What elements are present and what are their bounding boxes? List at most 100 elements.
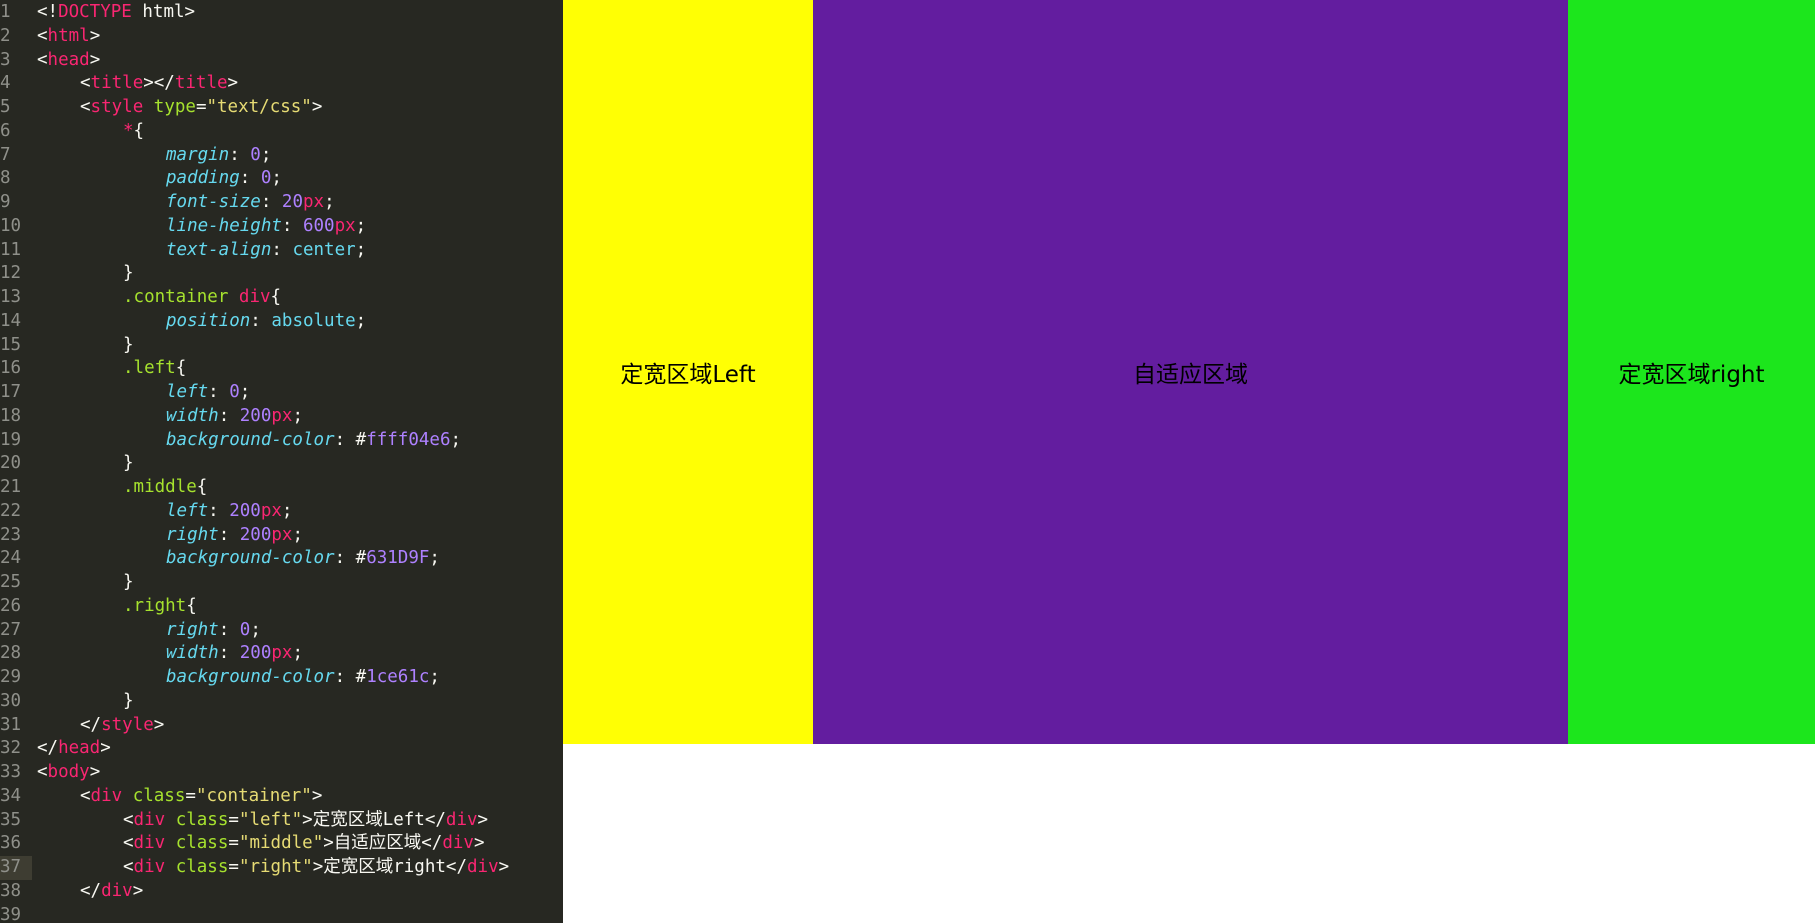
- code-token: width: [166, 643, 219, 664]
- code-line[interactable]: 32 </head>: [0, 737, 563, 761]
- code-token: px: [271, 643, 293, 664]
- code-token: ></: [143, 73, 175, 94]
- code-line[interactable]: 13 .container div{: [0, 286, 563, 310]
- code-text: width: 200px;: [37, 405, 303, 429]
- code-line[interactable]: 17 left: 0;: [0, 381, 563, 405]
- code-token: class: [175, 857, 229, 877]
- code-line[interactable]: 38 </div>: [0, 880, 563, 904]
- code-token: ;: [355, 239, 367, 260]
- code-text: </head>: [37, 737, 111, 761]
- code-text: background-color: #631D9F;: [37, 547, 440, 571]
- code-token: class: [175, 809, 229, 830]
- code-text: </style>: [37, 714, 164, 738]
- code-token: ffff04e6: [366, 429, 451, 450]
- code-line[interactable]: 7 margin: 0;: [0, 144, 563, 168]
- code-line[interactable]: 24 background-color: #631D9F;: [0, 547, 563, 571]
- line-number: 19: [0, 429, 22, 450]
- code-text: <div class="left">定宽区域Left</div>: [37, 809, 488, 833]
- code-line[interactable]: 22 left: 200px;: [0, 500, 563, 524]
- code-line[interactable]: 39: [0, 904, 563, 923]
- code-token: px: [271, 405, 293, 426]
- code-token: font-size: [166, 192, 261, 212]
- code-line[interactable]: 11 text-align: center;: [0, 239, 563, 263]
- code-token: }: [123, 334, 134, 355]
- left-fixed-region: 定宽区域Left: [563, 0, 813, 744]
- line-number: 7: [0, 144, 11, 165]
- code-line[interactable]: 19 background-color: #ffff04e6;: [0, 429, 563, 453]
- code-line[interactable]: 28 width: 200px;: [0, 642, 563, 666]
- code-token: ;: [429, 667, 440, 687]
- code-line[interactable]: 2 <html>: [0, 25, 563, 49]
- code-line[interactable]: 8 padding: 0;: [0, 167, 563, 191]
- code-line[interactable]: 6 *{: [0, 120, 563, 144]
- code-token: >: [473, 833, 485, 854]
- code-line[interactable]: 1 <!DOCTYPE html>: [0, 1, 563, 25]
- line-number: 28: [0, 643, 22, 664]
- code-token: ;: [250, 619, 261, 640]
- code-line[interactable]: 30}: [0, 690, 563, 714]
- code-line[interactable]: 14 position: absolute;: [0, 310, 563, 334]
- code-token: :: [281, 215, 303, 236]
- code-line[interactable]: 36 <div class="middle">自适应区域</div>: [0, 832, 563, 856]
- code-token: left: [166, 500, 209, 521]
- code-line[interactable]: 23 right: 200px;: [0, 524, 563, 548]
- code-line[interactable]: 26 .right{: [0, 595, 563, 619]
- code-token: background-color: [166, 548, 335, 569]
- code-token: 0: [250, 144, 261, 165]
- code-token: "text/css": [206, 97, 312, 117]
- code-token: div: [133, 809, 166, 830]
- code-token: px: [271, 524, 293, 545]
- code-line[interactable]: 16 .left{: [0, 357, 563, 381]
- code-line[interactable]: 35 <div class="left">定宽区域Left</div>: [0, 809, 563, 833]
- code-token: class: [175, 833, 229, 854]
- code-line[interactable]: 34 <div class="container">: [0, 785, 563, 809]
- code-token: :: [218, 524, 240, 545]
- code-text: line-height: 600px;: [37, 215, 366, 239]
- code-line[interactable]: 4 <title></title>: [0, 72, 563, 96]
- code-token: {: [133, 120, 145, 141]
- code-line[interactable]: 31 </style>: [0, 714, 563, 738]
- code-line[interactable]: 33 <body>: [0, 761, 563, 785]
- code-token: >定宽区域Left</: [302, 809, 446, 830]
- line-number: 16: [0, 358, 22, 379]
- code-content[interactable]: 1 <!DOCTYPE html> 2 <html> 3 <head> 4 <title></…: [0, 1, 563, 923]
- code-editor[interactable]: 1 <!DOCTYPE html> 2 <html> 3 <head> 4 <title></…: [0, 0, 563, 923]
- code-token: </: [80, 714, 102, 735]
- code-line[interactable]: 27 right: 0;: [0, 619, 563, 643]
- code-token: position: [166, 310, 251, 331]
- code-text: <div class="right">定宽区域right</div>: [37, 856, 509, 880]
- code-token: *: [123, 120, 134, 141]
- code-line[interactable]: 10 line-height: 600px;: [0, 215, 563, 239]
- code-token: px: [302, 192, 325, 212]
- code-token: .container: [123, 287, 239, 307]
- code-line[interactable]: 29 background-color: #1ce61c;: [0, 666, 563, 690]
- code-line[interactable]: 21 .middle{: [0, 476, 563, 500]
- code-line[interactable]: 18 width: 200px;: [0, 405, 563, 429]
- line-number: 14: [0, 310, 22, 331]
- code-text: .middle{: [37, 476, 207, 500]
- line-number: 26: [0, 595, 22, 616]
- code-token: background-color: [166, 667, 335, 687]
- code-line[interactable]: 12}: [0, 262, 563, 286]
- code-token: ;: [355, 215, 367, 236]
- code-token: div: [442, 833, 474, 854]
- code-token: 600: [302, 215, 335, 236]
- code-token: head: [47, 49, 90, 70]
- code-token: >自适应区域</: [323, 833, 443, 854]
- code-token: .right: [123, 595, 187, 616]
- code-text: width: 200px;: [37, 642, 303, 666]
- code-line[interactable]: 5 <style type="text/css">: [0, 96, 563, 120]
- code-token: title: [174, 73, 228, 94]
- code-text: }: [37, 452, 134, 476]
- code-line[interactable]: 20}: [0, 452, 563, 476]
- code-token: <: [123, 857, 134, 877]
- code-line[interactable]: 15}: [0, 334, 563, 358]
- code-line[interactable]: 25}: [0, 571, 563, 595]
- code-line[interactable]: 3 <head>: [0, 49, 563, 73]
- code-line[interactable]: 37 <div class="right">定宽区域right</div>: [0, 856, 563, 880]
- code-token: div: [133, 833, 166, 854]
- code-line[interactable]: 9 font-size: 20px;: [0, 191, 563, 215]
- code-token: line-height: [166, 215, 282, 236]
